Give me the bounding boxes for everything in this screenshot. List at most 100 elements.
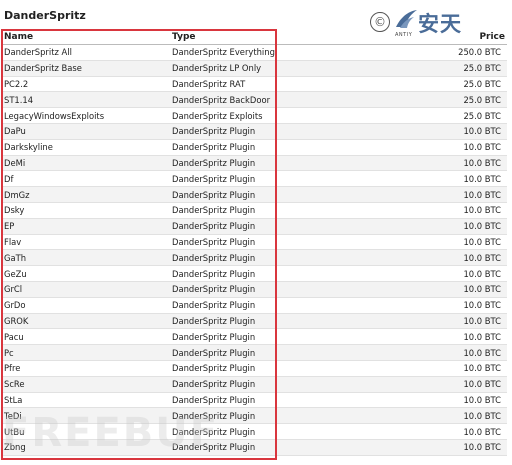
table-row: Darkskyline DanderSpritz Plugin 10.0 BTC (2, 139, 507, 156)
cell-name: EP (2, 218, 170, 235)
column-header-price: Price (320, 30, 507, 45)
table-row: EP DanderSpritz Plugin 10.0 BTC (2, 218, 507, 235)
cell-price: 10.0 BTC (320, 139, 507, 156)
table-row: Pfre DanderSpritz Plugin 10.0 BTC (2, 360, 507, 377)
price-table: Name Type Price DanderSpritz All DanderSp… (2, 30, 507, 456)
cell-name: UtBu (2, 423, 170, 440)
cell-type: DanderSpritz Plugin (170, 265, 320, 282)
cell-name: Pacu (2, 328, 170, 346)
cell-name: TeDi (2, 407, 170, 425)
cell-price: 25.0 BTC (320, 76, 507, 93)
table-row: DmGz DanderSpritz Plugin 10.0 BTC (2, 186, 507, 203)
cell-price: 10.0 BTC (320, 376, 507, 393)
cell-type: DanderSpritz Plugin (170, 313, 320, 330)
cell-name: GROK (2, 313, 170, 330)
cell-name: DmGz (2, 186, 170, 203)
table-row: Pacu DanderSpritz Plugin 10.0 BTC (2, 328, 507, 346)
table-row: LegacyWindowsExploits DanderSpritz Exploi… (2, 107, 507, 124)
cell-name: ScRe (2, 376, 170, 393)
cell-name: LegacyWindowsExploits (2, 107, 170, 124)
cell-name: DanderSpritz Base (2, 60, 170, 77)
cell-name: Dsky (2, 202, 170, 219)
cell-price: 10.0 BTC (320, 344, 507, 361)
table-row: GROK DanderSpritz Plugin 10.0 BTC (2, 313, 507, 330)
cell-name: Df (2, 170, 170, 188)
column-header-name: Name (2, 30, 170, 45)
cell-name: Zbng (2, 439, 170, 456)
cell-price: 10.0 BTC (320, 123, 507, 140)
cell-name: GaTh (2, 249, 170, 267)
cell-type: DanderSpritz Plugin (170, 139, 320, 156)
table-row: DanderSpritz All DanderSpritz Everything 2… (2, 44, 507, 61)
antiy-wing-icon (396, 10, 417, 28)
cell-type: DanderSpritz Plugin (170, 170, 320, 188)
copyright-icon: © (370, 12, 390, 32)
cell-price: 10.0 BTC (320, 313, 507, 330)
table-row: GeZu DanderSpritz Plugin 10.0 BTC (2, 265, 507, 282)
table-row: ST1.14 DanderSpritz BackDoor 25.0 BTC (2, 91, 507, 109)
cell-price: 10.0 BTC (320, 423, 507, 440)
cell-type: DanderSpritz Plugin (170, 423, 320, 440)
cell-type: DanderSpritz Exploits (170, 107, 320, 124)
cell-name: GrCl (2, 281, 170, 298)
cell-type: DanderSpritz BackDoor (170, 91, 320, 109)
table-header-row: Name Type Price (2, 30, 507, 45)
cell-name: Darkskyline (2, 139, 170, 156)
page-title: DanderSpritz (4, 9, 86, 22)
cell-type: DanderSpritz Plugin (170, 439, 320, 456)
cell-type: DanderSpritz Plugin (170, 328, 320, 346)
cell-price: 25.0 BTC (320, 60, 507, 77)
table-row: UtBu DanderSpritz Plugin 10.0 BTC (2, 423, 507, 440)
cell-name: DanderSpritz All (2, 44, 170, 61)
cell-name: Pfre (2, 360, 170, 377)
cell-type: DanderSpritz Plugin (170, 249, 320, 267)
table-row: PC2.2 DanderSpritz RAT 25.0 BTC (2, 76, 507, 93)
table-row: DanderSpritz Base DanderSpritz LP Only 25.… (2, 60, 507, 77)
cell-price: 10.0 BTC (320, 249, 507, 267)
cell-price: 10.0 BTC (320, 155, 507, 172)
cell-price: 10.0 BTC (320, 265, 507, 282)
cell-price: 250.0 BTC (320, 44, 507, 61)
cell-type: DanderSpritz Plugin (170, 407, 320, 425)
cell-type: DanderSpritz Plugin (170, 202, 320, 219)
cell-type: DanderSpritz Plugin (170, 344, 320, 361)
column-header-type: Type (170, 30, 320, 45)
table-row: Zbng DanderSpritz Plugin 10.0 BTC (2, 439, 507, 456)
cell-type: DanderSpritz Plugin (170, 123, 320, 140)
table-row: DeMi DanderSpritz Plugin 10.0 BTC (2, 155, 507, 172)
table-row: StLa DanderSpritz Plugin 10.0 BTC (2, 392, 507, 409)
table-body: DanderSpritz All DanderSpritz Everything 2… (2, 44, 507, 456)
cell-name: ST1.14 (2, 91, 170, 109)
cell-type: DanderSpritz Plugin (170, 297, 320, 314)
cell-type: DanderSpritz Plugin (170, 392, 320, 409)
table-row: DaPu DanderSpritz Plugin 10.0 BTC (2, 123, 507, 140)
cell-price: 10.0 BTC (320, 439, 507, 456)
cell-name: PC2.2 (2, 76, 170, 93)
cell-name: Pc (2, 344, 170, 361)
cell-price: 25.0 BTC (320, 91, 507, 109)
table-row: TeDi DanderSpritz Plugin 10.0 BTC (2, 407, 507, 425)
cell-name: GeZu (2, 265, 170, 282)
cell-price: 10.0 BTC (320, 392, 507, 409)
cell-name: GrDo (2, 297, 170, 314)
cell-price: 10.0 BTC (320, 407, 507, 425)
cell-name: StLa (2, 392, 170, 409)
table-row: Df DanderSpritz Plugin 10.0 BTC (2, 170, 507, 188)
cell-price: 10.0 BTC (320, 297, 507, 314)
cell-price: 10.0 BTC (320, 170, 507, 188)
cell-price: 10.0 BTC (320, 281, 507, 298)
cell-price: 10.0 BTC (320, 234, 507, 251)
cell-price: 10.0 BTC (320, 360, 507, 377)
cell-type: DanderSpritz Plugin (170, 360, 320, 377)
cell-type: DanderSpritz Plugin (170, 218, 320, 235)
cell-type: DanderSpritz Plugin (170, 155, 320, 172)
cell-type: DanderSpritz RAT (170, 76, 320, 93)
table-row: ScRe DanderSpritz Plugin 10.0 BTC (2, 376, 507, 393)
cell-name: Flav (2, 234, 170, 251)
cell-type: DanderSpritz Everything (170, 44, 320, 61)
table-row: Pc DanderSpritz Plugin 10.0 BTC (2, 344, 507, 361)
cell-type: DanderSpritz Plugin (170, 376, 320, 393)
table-row: GrDo DanderSpritz Plugin 10.0 BTC (2, 297, 507, 314)
table-row: Dsky DanderSpritz Plugin 10.0 BTC (2, 202, 507, 219)
cell-price: 10.0 BTC (320, 202, 507, 219)
